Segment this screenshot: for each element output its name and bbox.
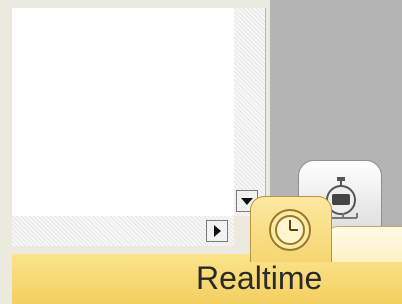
- vertical-scrollbar[interactable]: [234, 8, 266, 216]
- arrow-right-icon: [213, 225, 221, 237]
- tab-realtime[interactable]: [250, 196, 332, 262]
- realtime-label: Realtime: [196, 260, 323, 296]
- scroll-right-button[interactable]: [206, 220, 228, 242]
- horizontal-scrollbar[interactable]: [12, 216, 234, 246]
- clock-icon: [269, 209, 311, 251]
- content-panel: [12, 8, 234, 216]
- tab-sheet: [326, 226, 402, 262]
